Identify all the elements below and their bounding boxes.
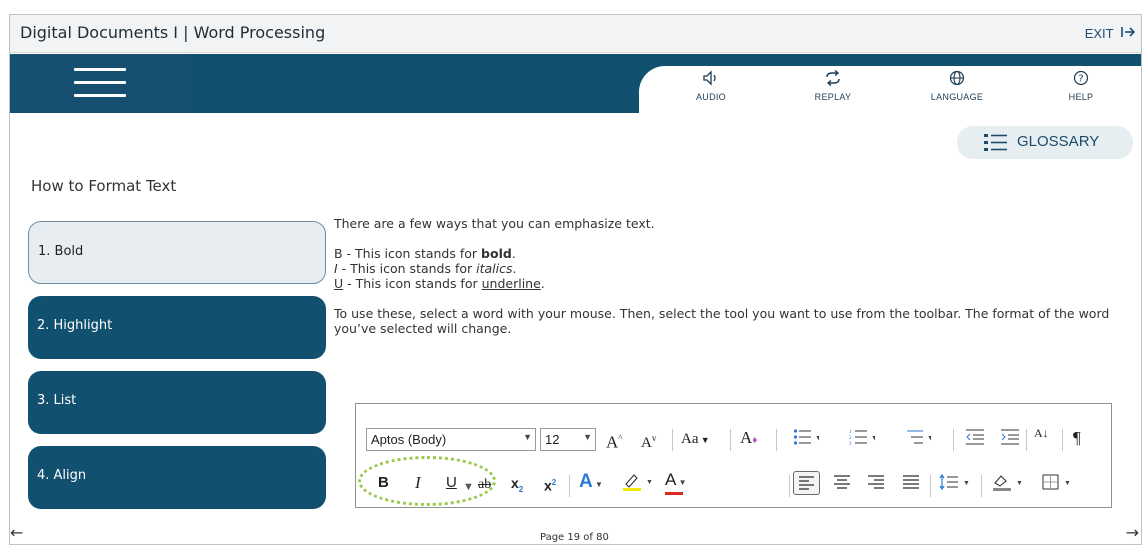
font-size-value: 12 (545, 432, 560, 447)
replay-label: REPLAY (814, 92, 852, 102)
svg-text:▼: ▼ (1064, 479, 1071, 487)
nav-bar: AUDIO REPLAY LANGUAGE ? HELP (10, 54, 1141, 116)
bold-italic-underline-highlight (358, 456, 496, 506)
hamburger-menu-icon (74, 94, 126, 97)
intro-text: There are a few ways that you can emphas… (334, 216, 655, 231)
bullets-icon[interactable]: ▼ (793, 428, 822, 451)
svg-text:▼: ▼ (815, 434, 819, 442)
justify-icon[interactable] (901, 473, 921, 496)
align-left-icon[interactable] (793, 471, 820, 495)
menu-button[interactable] (10, 54, 188, 113)
instructions-text: To use these, select a word with your mo… (334, 306, 1110, 336)
svg-text:2: 2 (849, 436, 852, 441)
highlighter-icon[interactable]: ▼ (622, 472, 656, 497)
svg-text:3: 3 (849, 442, 852, 446)
language-button[interactable]: LANGUAGE (917, 70, 997, 102)
lesson-title: How to Format Text (31, 177, 177, 195)
hamburger-menu-icon (74, 68, 126, 71)
step-label: 1. Bold (38, 244, 84, 259)
exit-arrow-icon (1121, 26, 1136, 41)
increase-indent-icon[interactable] (1000, 428, 1020, 451)
show-formatting-icon[interactable]: ¶ (1073, 428, 1081, 448)
svg-text:▼: ▼ (1016, 479, 1023, 487)
step-label: 2. Highlight (37, 318, 113, 333)
help-icon: ? (1041, 70, 1121, 90)
window-title: Digital Documents I | Word Processing (20, 23, 326, 42)
font-color-swatch (665, 492, 683, 495)
footer: ← Page 19 of 80 → (10, 523, 1141, 544)
app-frame: Digital Documents I | Word Processing EX… (9, 14, 1142, 545)
underline-definition: U - This icon stands for underline. (334, 276, 545, 291)
bold-definition: B - This icon stands for bold. (334, 246, 516, 261)
title-bar: Digital Documents I | Word Processing EX… (10, 15, 1141, 53)
audio-button[interactable]: AUDIO (671, 70, 751, 102)
exit-button[interactable]: EXIT (1084, 26, 1136, 41)
change-case-icon[interactable]: Aa ▼ (681, 429, 710, 450)
step-highlight-button[interactable]: 2. Highlight (28, 296, 326, 359)
step-align-button[interactable]: 4. Align (28, 446, 326, 509)
shrink-font-icon[interactable]: Av (641, 428, 656, 453)
font-color-icon[interactable]: A ▼ (665, 470, 686, 493)
tool-bar: AUDIO REPLAY LANGUAGE ? HELP (639, 66, 1141, 116)
superscript-icon[interactable]: x2 (544, 473, 556, 496)
shading-icon[interactable]: ▼ (991, 473, 1025, 496)
multilevel-list-icon[interactable]: ▼ (905, 428, 934, 451)
bold-word: bold (481, 246, 512, 261)
italic-definition: I - This icon stands for italics. (334, 261, 517, 276)
chevron-down-icon: ▼ (523, 432, 532, 442)
help-label: HELP (1068, 92, 1094, 102)
svg-text:1: 1 (849, 430, 852, 435)
replay-icon (793, 69, 873, 90)
previous-arrow-icon[interactable]: ← (10, 523, 23, 542)
page-indicator: Page 19 of 80 (540, 532, 609, 543)
glossary-label: GLOSSARY (1017, 133, 1100, 150)
svg-text:▼: ▼ (927, 434, 931, 442)
hamburger-menu-icon (74, 81, 126, 84)
speaker-icon (671, 70, 751, 90)
bold-key: B (334, 246, 343, 261)
svg-text:?: ? (1078, 74, 1083, 85)
align-center-icon[interactable] (832, 473, 852, 496)
lesson-content: There are a few ways that you can emphas… (334, 216, 1124, 336)
replay-button[interactable]: REPLAY (793, 69, 873, 102)
font-size-select[interactable]: 12 ▼ (540, 428, 596, 451)
audio-label: AUDIO (695, 92, 726, 102)
step-label: 4. Align (37, 468, 87, 483)
font-name-value: Aptos (Body) (371, 432, 447, 447)
font-name-select[interactable]: Aptos (Body) ▼ (366, 428, 536, 451)
language-label: LANGUAGE (930, 92, 984, 102)
help-button[interactable]: ? HELP (1041, 70, 1121, 102)
underline-key: U (334, 276, 344, 291)
globe-icon (917, 70, 997, 90)
italic-word: italics (476, 261, 513, 276)
svg-text:▼: ▼ (963, 479, 970, 487)
svg-text:▼: ▼ (646, 478, 653, 486)
list-icon (984, 133, 1008, 152)
align-right-icon[interactable] (866, 473, 886, 496)
next-arrow-icon[interactable]: → (1126, 523, 1139, 542)
numbering-icon[interactable]: 123 ▼ (849, 428, 878, 451)
sort-icon[interactable]: A↓ (1034, 427, 1049, 439)
grow-font-icon[interactable]: A^ (606, 428, 623, 453)
svg-text:▼: ▼ (871, 434, 875, 442)
subscript-icon[interactable]: x2 (511, 473, 523, 500)
step-list-button[interactable]: 3. List (28, 371, 326, 434)
step-bold-button[interactable]: 1. Bold (28, 221, 326, 284)
line-spacing-icon[interactable]: ▼ (938, 473, 972, 496)
chevron-down-icon: ▼ (583, 432, 592, 442)
step-label: 3. List (37, 393, 77, 408)
underline-word: underline (481, 276, 541, 291)
clear-formatting-icon[interactable]: A♦ (740, 428, 757, 451)
exit-label: EXIT (1084, 26, 1114, 41)
decrease-indent-icon[interactable] (965, 428, 985, 451)
borders-icon[interactable]: ▼ (1041, 473, 1075, 496)
text-effects-icon[interactable]: A ▼ (579, 472, 603, 495)
glossary-button[interactable]: GLOSSARY (957, 126, 1133, 159)
